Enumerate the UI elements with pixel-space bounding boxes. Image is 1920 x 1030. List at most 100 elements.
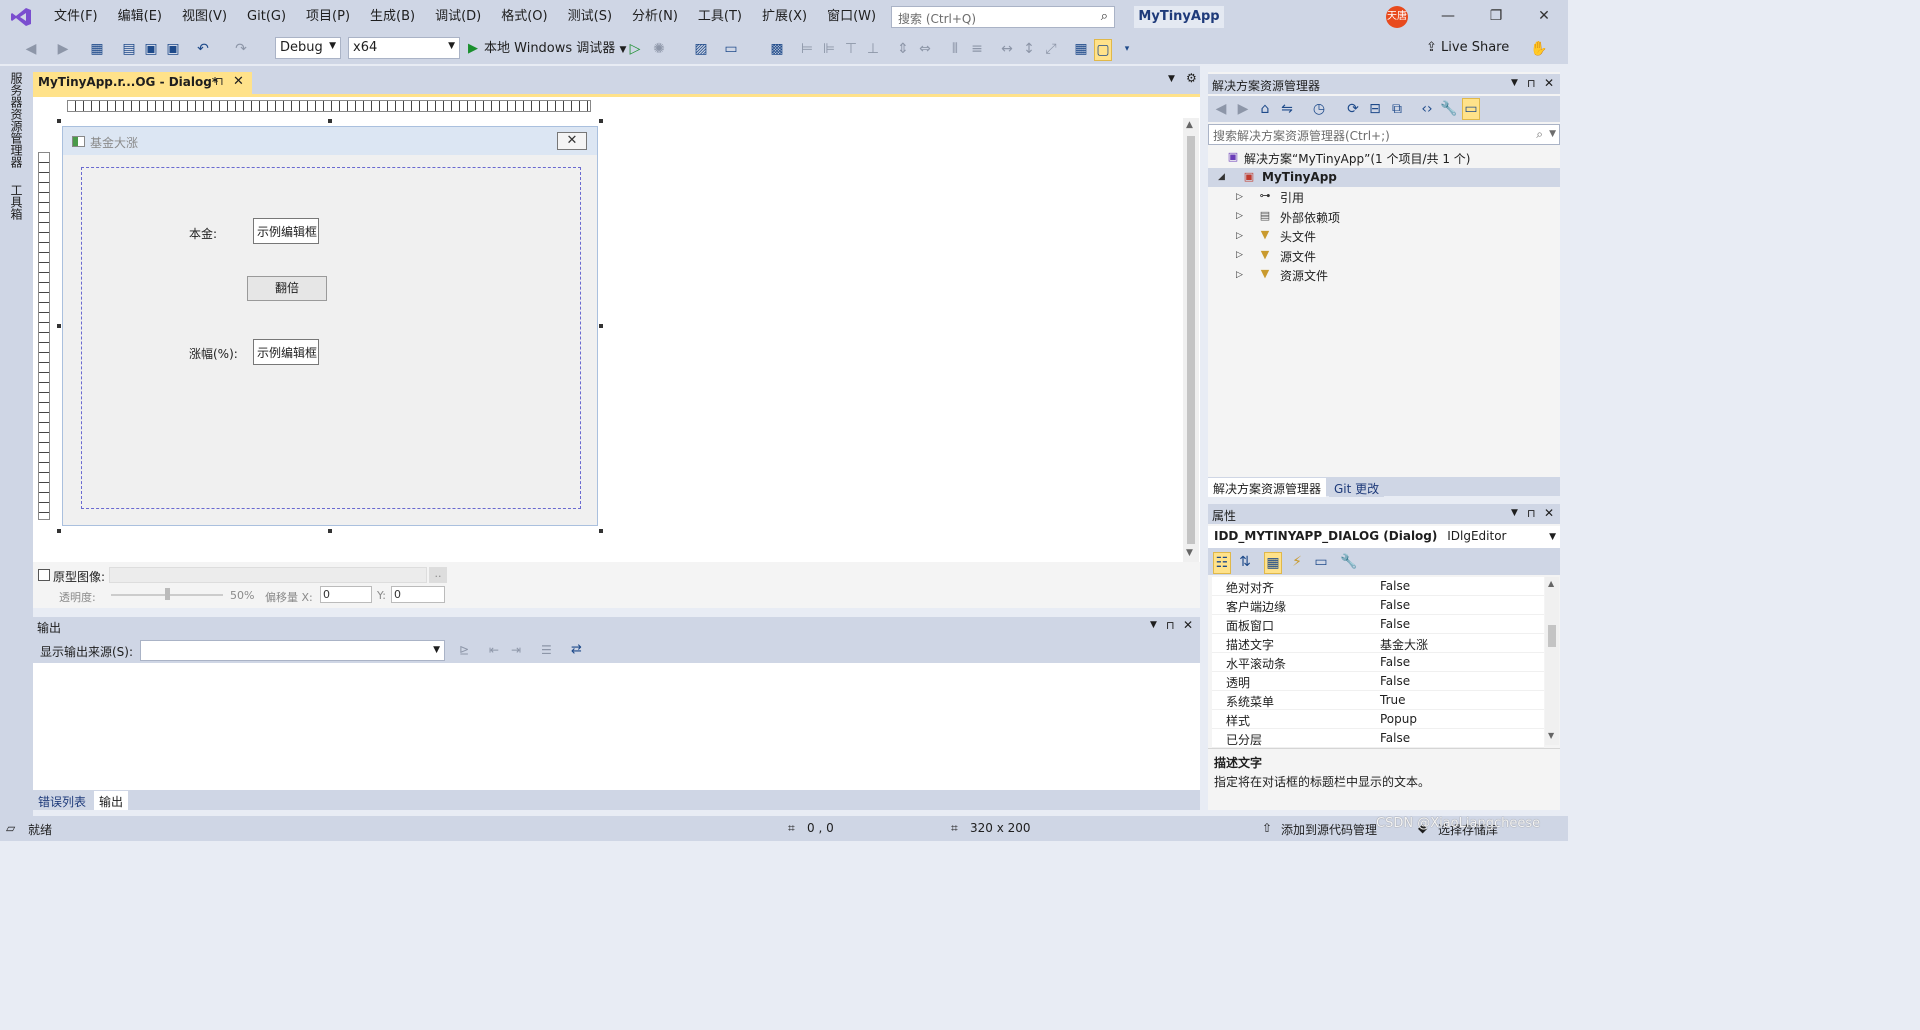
collapsed-arrow-icon[interactable]: ▷ bbox=[1236, 211, 1243, 221]
settings-gear-icon[interactable]: ⚙ bbox=[1186, 71, 1197, 85]
tree-solution[interactable]: 解决方案“MyTinyApp”(1 个项目/共 1 个) bbox=[1244, 150, 1470, 167]
principal-edit[interactable]: 示例编辑框 bbox=[253, 218, 319, 244]
test-dialog-icon[interactable]: ▭ bbox=[722, 39, 740, 59]
pin-icon[interactable]: ⊓ bbox=[1527, 77, 1536, 90]
server-explorer-tab[interactable]: 服务器资源管理器 bbox=[8, 72, 25, 168]
property-row[interactable]: 水平滚动条 False bbox=[1212, 653, 1544, 672]
scrollbar-thumb[interactable] bbox=[1187, 136, 1195, 544]
toolbox-tab[interactable]: 工具箱 bbox=[8, 184, 25, 220]
vertical-ruler[interactable] bbox=[38, 152, 50, 520]
resize-handle[interactable] bbox=[57, 119, 61, 123]
scroll-up-icon[interactable]: ▲ bbox=[1548, 579, 1554, 588]
space-down-icon[interactable]: ≡ bbox=[968, 39, 986, 59]
tree-project[interactable]: MyTinyApp bbox=[1262, 170, 1337, 184]
rise-label[interactable]: 涨幅(%): bbox=[189, 345, 238, 362]
redo-icon[interactable]: ↷ bbox=[232, 39, 250, 59]
tree-item-external-deps[interactable]: 外部依赖项 bbox=[1280, 209, 1340, 226]
pin-icon[interactable]: ⊓ bbox=[1166, 619, 1175, 632]
panel-menu-icon[interactable]: ▼ bbox=[1511, 78, 1518, 88]
property-row[interactable]: 面板窗口 False bbox=[1212, 615, 1544, 634]
property-value[interactable]: True bbox=[1380, 693, 1406, 707]
menu-view[interactable]: 视图(V) bbox=[172, 0, 237, 34]
close-panel-icon[interactable]: ✕ bbox=[1544, 506, 1554, 520]
properties-object-selector[interactable]: IDD_MYTINYAPP_DIALOG (Dialog) IDlgEditor… bbox=[1208, 526, 1560, 548]
property-row[interactable]: 客户端边缘 False bbox=[1212, 596, 1544, 615]
show-all-files-icon[interactable]: ⧉ bbox=[1388, 99, 1406, 119]
clear-all-icon[interactable]: ☰ bbox=[541, 643, 552, 657]
expanded-arrow-icon[interactable]: ◢ bbox=[1218, 172, 1225, 182]
menu-build[interactable]: 生成(B) bbox=[360, 0, 425, 34]
panel-menu-icon[interactable]: ▼ bbox=[1511, 508, 1518, 518]
menu-format[interactable]: 格式(O) bbox=[491, 0, 557, 34]
resize-handle[interactable] bbox=[599, 119, 603, 123]
property-row[interactable]: 透明 False bbox=[1212, 672, 1544, 691]
prototype-path-field[interactable] bbox=[109, 567, 427, 583]
menu-debug[interactable]: 调试(D) bbox=[425, 0, 491, 34]
align-bottom-icon[interactable]: ⊥ bbox=[864, 39, 882, 59]
menu-project[interactable]: 项目(P) bbox=[296, 0, 360, 34]
properties-scrollbar[interactable]: ▲ ▼ bbox=[1545, 577, 1559, 745]
save-all-icon[interactable]: ▣ bbox=[164, 39, 182, 59]
tab-order-icon[interactable]: ▩ bbox=[768, 39, 786, 59]
view-code-icon[interactable]: ‹› bbox=[1418, 99, 1436, 119]
scrollbar-thumb[interactable] bbox=[1548, 625, 1556, 647]
menu-window[interactable]: 窗口(W) bbox=[817, 0, 886, 34]
rise-edit[interactable]: 示例编辑框 bbox=[253, 339, 319, 365]
resize-handle[interactable] bbox=[599, 529, 603, 533]
offset-x-input[interactable]: 0 bbox=[320, 586, 372, 603]
prototype-checkbox[interactable] bbox=[38, 569, 50, 581]
hot-reload-icon[interactable]: ✺ bbox=[650, 39, 668, 59]
align-right-icon[interactable]: ⊫ bbox=[820, 39, 838, 59]
designer-vertical-scrollbar[interactable]: ▲ ▼ bbox=[1183, 118, 1199, 562]
properties-view-icon[interactable]: ▦ bbox=[1264, 552, 1282, 574]
preview-icon[interactable]: ▭ bbox=[1462, 98, 1480, 120]
config-dropdown[interactable]: Debug ▼ bbox=[275, 37, 341, 59]
home-icon[interactable]: ⌂ bbox=[1256, 99, 1274, 119]
align-left-icon[interactable]: ⊨ bbox=[798, 39, 816, 59]
toggle-guides-icon[interactable]: ▢ bbox=[1094, 39, 1112, 61]
tree-item-references[interactable]: 引用 bbox=[1280, 189, 1304, 206]
property-value[interactable]: Popup bbox=[1380, 712, 1417, 726]
visual-studio-logo-icon[interactable] bbox=[10, 6, 32, 28]
messages-icon[interactable]: ▭ bbox=[1312, 552, 1330, 572]
new-project-icon[interactable]: ▦ bbox=[88, 39, 106, 59]
tab-error-list[interactable]: 错误列表 bbox=[33, 791, 92, 810]
property-value[interactable]: 基金大涨 bbox=[1380, 636, 1428, 653]
sync-icon[interactable]: ⟳ bbox=[1344, 99, 1362, 119]
restore-icon[interactable]: ❐ bbox=[1486, 8, 1506, 24]
minimize-icon[interactable]: — bbox=[1438, 8, 1458, 24]
start-without-debugging-icon[interactable]: ▷ bbox=[626, 39, 644, 59]
scroll-down-icon[interactable]: ▼ bbox=[1186, 548, 1193, 558]
make-same-size-icon[interactable]: ⤢ bbox=[1042, 39, 1060, 59]
dialog-close-icon[interactable]: ✕ bbox=[557, 132, 587, 150]
chevron-down-icon[interactable]: ▼ bbox=[1549, 129, 1556, 139]
tab-git-changes[interactable]: Git 更改 bbox=[1329, 478, 1385, 497]
properties-wrench-icon[interactable]: 🔧 bbox=[1440, 99, 1458, 119]
make-same-width-icon[interactable]: ↔ bbox=[998, 39, 1016, 59]
nav-forward-icon[interactable]: ▶ bbox=[54, 39, 72, 59]
property-row[interactable]: 绝对对齐 False bbox=[1212, 577, 1544, 596]
menu-analyze[interactable]: 分析(N) bbox=[622, 0, 688, 34]
designed-dialog[interactable]: 基金大涨 ✕ 本金: 示例编辑框 翻倍 涨幅(%): 示例编辑框 bbox=[62, 126, 598, 526]
principal-label[interactable]: 本金: bbox=[189, 225, 217, 242]
solution-folder-icon[interactable]: ▨ bbox=[692, 39, 710, 59]
panel-menu-icon[interactable]: ▼ bbox=[1150, 620, 1157, 630]
solution-search-input[interactable]: 搜索解决方案资源管理器(Ctrl+;) ⌕ ▼ bbox=[1208, 124, 1560, 145]
events-icon[interactable]: ⚡ bbox=[1288, 552, 1306, 572]
tree-item-resources[interactable]: 资源文件 bbox=[1280, 267, 1328, 284]
resize-handle[interactable] bbox=[328, 119, 332, 123]
menu-extensions[interactable]: 扩展(X) bbox=[752, 0, 817, 34]
center-vertical-icon[interactable]: ⇕ bbox=[894, 39, 912, 59]
start-debugging-button[interactable]: ▶ 本地 Windows 调试器 ▼ bbox=[468, 38, 626, 60]
back-icon[interactable]: ◀ bbox=[1212, 99, 1230, 119]
tab-solution-explorer[interactable]: 解决方案资源管理器 bbox=[1208, 478, 1327, 497]
property-value[interactable]: False bbox=[1380, 655, 1410, 669]
pin-icon[interactable]: ⊓ bbox=[215, 75, 224, 88]
double-button[interactable]: 翻倍 bbox=[247, 276, 327, 301]
resize-handle[interactable] bbox=[57, 324, 61, 328]
prev-message-icon[interactable]: ⇤ bbox=[489, 643, 499, 657]
resize-handle[interactable] bbox=[599, 324, 603, 328]
collapsed-arrow-icon[interactable]: ▷ bbox=[1236, 192, 1243, 202]
collapsed-arrow-icon[interactable]: ▷ bbox=[1236, 250, 1243, 260]
toolbar-overflow-icon[interactable]: ▾ bbox=[1118, 39, 1136, 59]
